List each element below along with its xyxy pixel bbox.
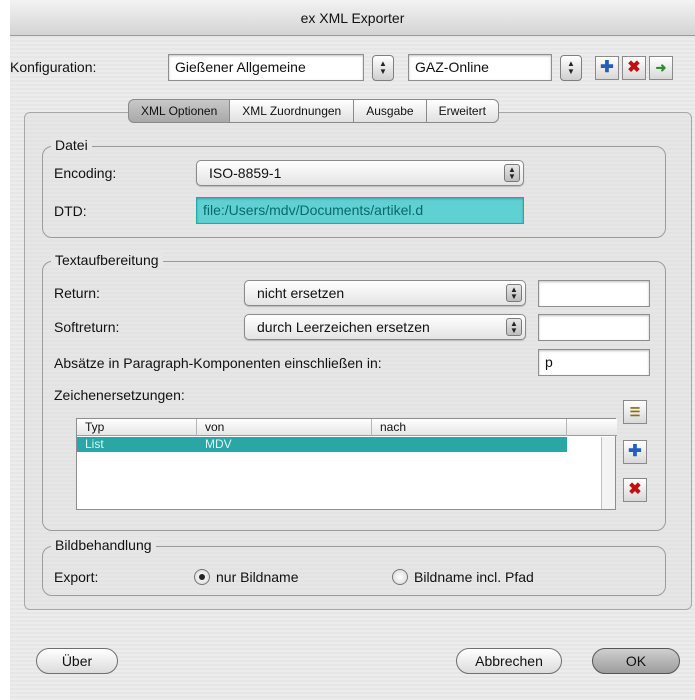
replacement-table[interactable]: Typ von nach List MDV (76, 418, 617, 510)
softreturn-select[interactable]: durch Leerzeichen ersetzen ▲ ▼ (244, 314, 526, 340)
textaufbereitung-group-title: Textaufbereitung (51, 252, 163, 268)
delete-icon: ✖ (628, 481, 642, 498)
return-label: Return: (54, 285, 100, 301)
tab-bar: XML Optionen XML Zuordnungen Ausgabe Erw… (128, 99, 499, 123)
delete-replacement-button[interactable]: ✖ (623, 478, 647, 502)
table-row[interactable]: List MDV (77, 437, 567, 452)
add-config-button[interactable]: ✚ (595, 56, 619, 80)
return-select[interactable]: nicht ersetzen ▲ ▼ (244, 280, 526, 306)
column-header-typ[interactable]: Typ (77, 419, 197, 436)
about-button[interactable]: Über (36, 648, 118, 674)
popup-arrows-icon: ▲ ▼ (506, 284, 522, 302)
radio-selected-dot (199, 574, 205, 580)
config-label: Konfiguration: (10, 59, 97, 75)
config-target-stepper[interactable]: ▲ ▼ (560, 55, 582, 81)
config-target-field[interactable]: GAZ-Online (408, 54, 552, 81)
absatz-label: Absätze in Paragraph-Komponenten einschl… (54, 355, 382, 371)
tab-xml-zuordnungen[interactable]: XML Zuordnungen (230, 99, 355, 123)
absatz-field[interactable]: p (538, 349, 650, 376)
datei-group-title: Datei (51, 137, 92, 153)
stepper-arrows-icon: ▲ ▼ (567, 59, 575, 76)
radio-bildname-pfad-label[interactable]: Bildname incl. Pfad (414, 569, 534, 585)
config-name-stepper[interactable]: ▲ ▼ (372, 55, 394, 81)
encoding-select[interactable]: ISO-8859-1 ▲ ▼ (196, 160, 524, 186)
dialog-window: ex XML Exporter Konfiguration: Gießener … (10, 0, 695, 700)
softreturn-label: Softreturn: (54, 319, 120, 335)
table-cell-von: MDV (205, 437, 232, 451)
delete-config-button[interactable]: ✖ (622, 56, 646, 80)
stepper-arrows-icon: ▲ ▼ (379, 59, 387, 76)
return-select-value: nicht ersetzen (257, 285, 345, 301)
return-replacement-field[interactable] (538, 280, 650, 307)
tab-ausgabe[interactable]: Ausgabe (354, 99, 427, 123)
encoding-select-value: ISO-8859-1 (209, 165, 282, 181)
dtd-label: DTD: (54, 203, 87, 219)
softreturn-select-value: durch Leerzeichen ersetzen (257, 319, 430, 335)
ok-button[interactable]: OK (592, 648, 680, 674)
table-header: Typ von nach (77, 419, 617, 436)
list-edit-icon: ☰ (629, 405, 641, 419)
edit-replacement-button[interactable]: ☰ (623, 400, 647, 424)
add-replacement-button[interactable]: ✚ (623, 440, 647, 464)
table-cell-typ: List (85, 437, 104, 451)
softreturn-replacement-field[interactable] (538, 314, 650, 341)
tab-xml-optionen[interactable]: XML Optionen (128, 99, 231, 123)
tab-erweitert[interactable]: Erweitert (426, 99, 499, 123)
delete-icon: ✖ (627, 59, 641, 76)
table-scrollbar[interactable] (601, 437, 615, 509)
export-icon: ➜ (655, 60, 667, 75)
export-config-button[interactable]: ➜ (649, 56, 673, 80)
popup-arrows-icon: ▲ ▼ (506, 318, 522, 336)
encoding-label: Encoding: (54, 165, 117, 181)
bildbehandlung-group: Bildbehandlung (42, 537, 666, 596)
bildbehandlung-group-title: Bildbehandlung (51, 537, 156, 553)
window-title: ex XML Exporter (10, 0, 695, 36)
column-header-nach[interactable]: nach (372, 419, 567, 436)
radio-bildname-pfad[interactable] (392, 569, 408, 585)
export-label: Export: (54, 569, 99, 585)
plus-icon: ✚ (600, 59, 614, 76)
dtd-field[interactable]: file:/Users/mdv/Documents/artikel.d (196, 197, 524, 224)
zeichenersetzungen-label: Zeichenersetzungen: (54, 387, 185, 403)
radio-nur-bildname[interactable] (194, 569, 210, 585)
cancel-button[interactable]: Abbrechen (456, 648, 562, 674)
config-name-field[interactable]: Gießener Allgemeine (168, 54, 364, 81)
popup-arrows-icon: ▲ ▼ (504, 164, 520, 182)
plus-icon: ✚ (628, 443, 642, 460)
column-header-von[interactable]: von (197, 419, 372, 436)
radio-nur-bildname-label[interactable]: nur Bildname (216, 569, 299, 585)
